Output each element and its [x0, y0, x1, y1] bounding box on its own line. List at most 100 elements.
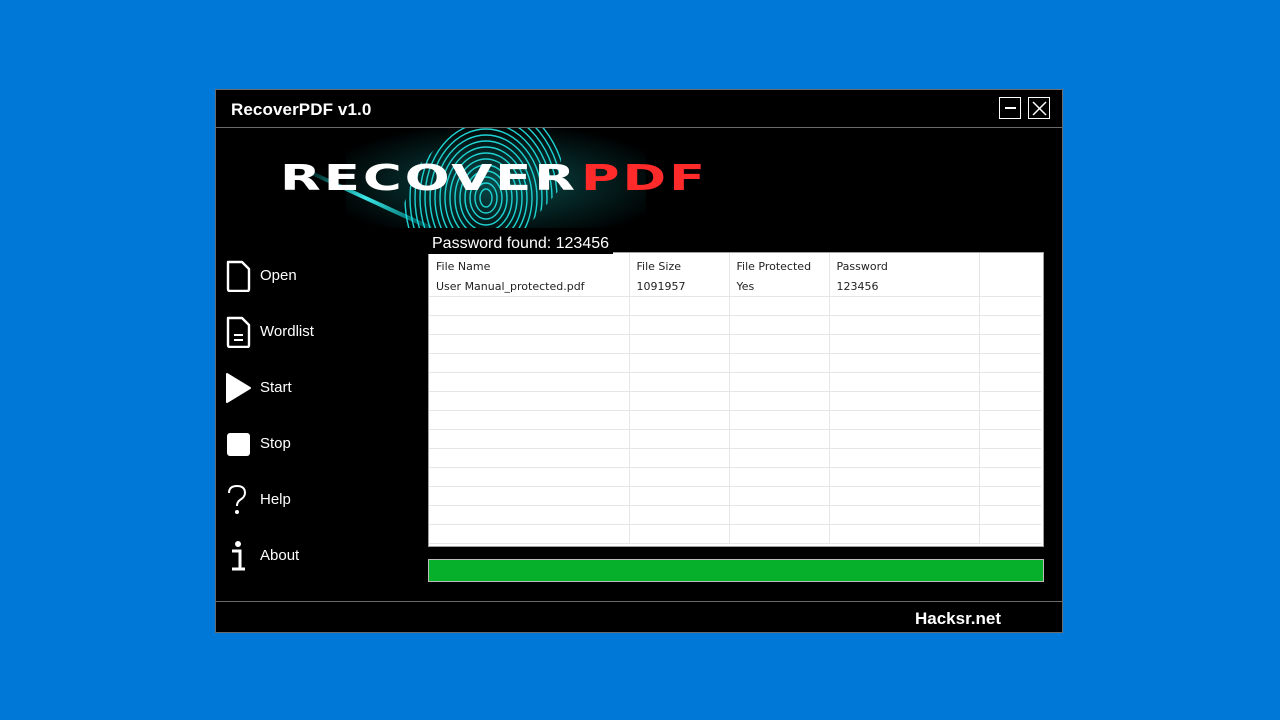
empty-cell: [979, 315, 1041, 335]
cell-file-name: User Manual_protected.pdf: [429, 277, 630, 297]
empty-cell: [729, 334, 830, 354]
sidebar-item-label: Stop: [260, 435, 291, 452]
empty-table-row[interactable]: [429, 410, 1041, 430]
empty-cell: [429, 467, 630, 487]
sidebar-item-start[interactable]: Start: [224, 368, 414, 408]
sidebar-item-label: Help: [260, 491, 291, 508]
website-link[interactable]: Hacksr.net: [915, 609, 1001, 629]
empty-cell: [979, 334, 1041, 354]
empty-cell: [629, 410, 730, 430]
sidebar-item-stop[interactable]: Stop: [224, 424, 414, 464]
app-window: RecoverPDF v1.0 RECOVER PDF Open Wordlis…: [215, 89, 1063, 633]
column-header-file-size[interactable]: File Size: [629, 253, 730, 277]
empty-cell: [429, 334, 630, 354]
empty-cell: [629, 505, 730, 525]
empty-table-row[interactable]: [429, 486, 1041, 506]
empty-cell: [829, 296, 980, 316]
empty-cell: [629, 486, 730, 506]
empty-table-row[interactable]: [429, 391, 1041, 411]
empty-cell: [979, 505, 1041, 525]
empty-cell: [829, 524, 980, 544]
empty-cell: [829, 353, 980, 373]
empty-cell: [629, 448, 730, 468]
empty-table-row[interactable]: [429, 467, 1041, 487]
empty-cell: [829, 486, 980, 506]
empty-cell: [729, 524, 830, 544]
question-icon: [228, 484, 247, 514]
progress-fill: [429, 560, 1043, 581]
sidebar-item-open[interactable]: Open: [224, 256, 414, 296]
empty-cell: [979, 353, 1041, 373]
column-header-file-name[interactable]: File Name: [429, 253, 630, 277]
empty-table-row[interactable]: [429, 448, 1041, 468]
results-table[interactable]: File Name File Size File Protected Passw…: [428, 252, 1044, 547]
empty-cell: [979, 372, 1041, 392]
empty-cell: [629, 524, 730, 544]
close-button[interactable]: [1028, 97, 1050, 119]
column-header-password[interactable]: Password: [829, 253, 980, 277]
empty-cell: [829, 315, 980, 335]
empty-cell: [429, 315, 630, 335]
fingerprint-graphic: RECOVER PDF: [280, 128, 706, 228]
table-row[interactable]: User Manual_protected.pdf 1091957 Yes 12…: [429, 277, 1041, 297]
empty-cell: [629, 467, 730, 487]
empty-cell: [729, 391, 830, 411]
status-label: Password found: 123456: [428, 234, 614, 254]
empty-table-row[interactable]: [429, 505, 1041, 525]
empty-cell: [629, 334, 730, 354]
table-header-row: File Name File Size File Protected Passw…: [429, 253, 1041, 277]
file-text-icon: [226, 316, 251, 348]
cell-password: 123456: [829, 277, 980, 297]
column-header-file-protected[interactable]: File Protected: [729, 253, 830, 277]
close-icon: [1032, 101, 1047, 116]
empty-cell: [729, 505, 830, 525]
minimize-icon: [1005, 107, 1016, 109]
empty-cell: [729, 315, 830, 335]
cell-filler: [979, 277, 1041, 297]
empty-cell: [829, 372, 980, 392]
empty-cell: [729, 429, 830, 449]
empty-table-row[interactable]: [429, 353, 1041, 373]
empty-cell: [429, 410, 630, 430]
empty-table-row[interactable]: [429, 372, 1041, 392]
empty-cell: [429, 372, 630, 392]
empty-cell: [829, 429, 980, 449]
empty-table-row[interactable]: [429, 429, 1041, 449]
empty-cell: [429, 429, 630, 449]
sidebar-item-about[interactable]: About: [224, 536, 414, 576]
empty-cell: [429, 353, 630, 373]
empty-cell: [729, 296, 830, 316]
empty-cell: [629, 296, 730, 316]
sidebar-item-label: Wordlist: [260, 323, 314, 340]
empty-cell: [429, 391, 630, 411]
sidebar-item-label: Open: [260, 267, 297, 284]
empty-cell: [829, 467, 980, 487]
sidebar-item-wordlist[interactable]: Wordlist: [224, 312, 414, 352]
empty-cell: [729, 410, 830, 430]
empty-table-row[interactable]: [429, 524, 1041, 544]
title-bar[interactable]: RecoverPDF v1.0: [216, 90, 1062, 128]
empty-table-row[interactable]: [429, 334, 1041, 354]
empty-cell: [629, 372, 730, 392]
empty-cell: [829, 410, 980, 430]
empty-cell: [979, 296, 1041, 316]
empty-cell: [829, 505, 980, 525]
empty-cell: [729, 486, 830, 506]
minimize-button[interactable]: [999, 97, 1021, 119]
logo-text-recover: RECOVER: [280, 158, 578, 199]
empty-table-row[interactable]: [429, 315, 1041, 335]
stop-icon: [227, 433, 250, 456]
play-icon: [226, 373, 251, 403]
empty-cell: [429, 505, 630, 525]
window-title: RecoverPDF v1.0: [231, 100, 372, 119]
empty-cell: [429, 524, 630, 544]
empty-cell: [829, 334, 980, 354]
column-header-filler: [979, 253, 1041, 277]
empty-cell: [979, 391, 1041, 411]
empty-table-row[interactable]: [429, 296, 1041, 316]
file-icon: [226, 260, 251, 292]
sidebar-item-help[interactable]: Help: [224, 480, 414, 520]
empty-cell: [629, 353, 730, 373]
empty-cell: [979, 410, 1041, 430]
progress-bar: [428, 559, 1044, 582]
